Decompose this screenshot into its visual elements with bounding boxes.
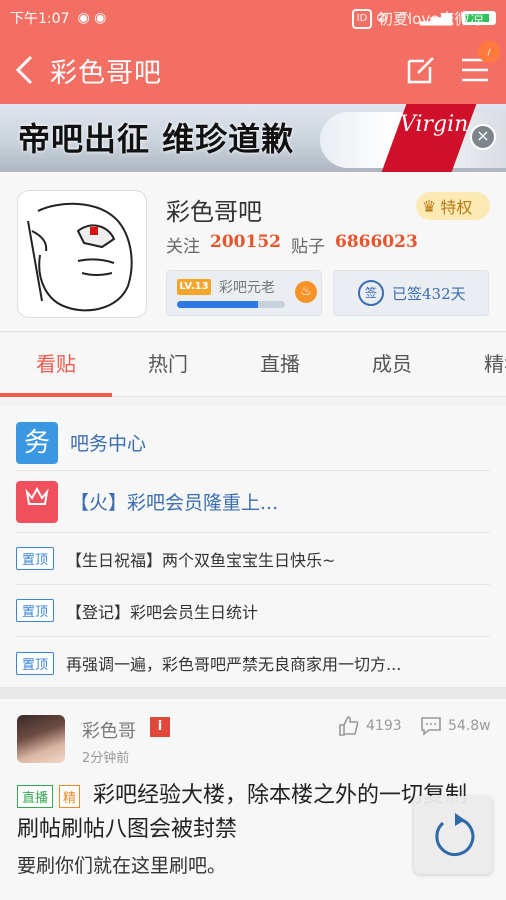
pinned-text: 【生日祝福】两个双鱼宝宝生日快乐~ (66, 550, 336, 570)
tab-posts[interactable]: 看贴 (0, 333, 112, 397)
post-author[interactable]: 彩色哥 (82, 717, 136, 743)
member-promo-title: 【火】彩吧会员隆重上... (70, 492, 279, 514)
crown-icon: ♛ (422, 196, 437, 216)
posts-label: 贴子 (290, 237, 325, 257)
post-body: 要刷你们就在这里刷吧。 (17, 855, 227, 877)
banner-brand: Virgin (400, 112, 469, 137)
signed-days: 已签432天 (392, 284, 466, 303)
forum-avatar-sketch-icon (27, 202, 133, 312)
posts-count: 6866023 (334, 232, 418, 252)
back-button[interactable] (0, 36, 50, 104)
tab-members[interactable]: 成员 (336, 333, 448, 396)
level-title: 彩吧元老 (219, 280, 275, 296)
promo-banner[interactable]: Virgin 帝吧出征 维珍道歉 (0, 104, 506, 172)
nav-bar: 彩色哥吧 / (0, 36, 506, 104)
tab-featured[interactable]: 精华 (448, 333, 506, 396)
member-promo-row[interactable]: 【火】彩吧会员隆重上... (16, 471, 490, 533)
pinned-row[interactable]: 置顶 再强调一遍，彩色哥吧严禁无良商家用一切方... (16, 637, 490, 689)
service-center-title: 吧务中心 (70, 433, 147, 455)
back-arrow-icon (15, 55, 33, 85)
info-badge-icon: i (150, 717, 170, 737)
forum-avatar[interactable] (17, 190, 147, 318)
featured-tag: 精 (59, 785, 81, 808)
watermark-text: 初夏love恋微凉 (378, 10, 485, 28)
pinned-row[interactable]: 置顶 【登记】彩吧会员生日统计 (16, 585, 490, 637)
notification-badge: / (478, 41, 500, 63)
flame-icon: ♨ (295, 281, 317, 303)
follow-count: 200152 (210, 232, 281, 252)
follow-label: 关注 (166, 237, 200, 257)
post-time: 2分钟前 (82, 751, 130, 766)
tab-live[interactable]: 直播 (224, 333, 336, 396)
pinned-row[interactable]: 置顶 【生日祝福】两个双鱼宝宝生日快乐~ (16, 533, 490, 585)
pinned-tag: 置顶 (16, 651, 55, 675)
forum-info-card: 彩色哥吧 ♛ 特权 关注 200152 贴子 6866023 LV.13 彩吧元… (0, 172, 506, 332)
sign-icon: 签 (358, 280, 384, 306)
page-title: 彩色哥吧 (50, 57, 162, 89)
post-tags: 直播 精 (17, 785, 81, 808)
level-progress-bar (177, 301, 285, 308)
level-tag: LV.13 (177, 279, 211, 295)
forum-name: 彩色哥吧 (166, 198, 262, 226)
member-level-box[interactable]: LV.13 彩吧元老 ♨ (166, 270, 322, 316)
service-icon: 务 (16, 421, 58, 464)
comment-count: 54.8w (448, 718, 491, 734)
like-button[interactable]: 4193 (338, 715, 402, 737)
like-count: 4193 (366, 718, 402, 734)
section-divider (0, 687, 506, 699)
level-progress-fill (177, 301, 258, 308)
comment-button[interactable]: 54.8w (420, 715, 491, 737)
edit-post-icon[interactable] (406, 55, 436, 85)
status-time: 下午1:07 (10, 11, 70, 27)
watermark: ID 初夏love恋微凉 (352, 8, 484, 29)
member-crown-icon (16, 480, 58, 523)
notice-list: 务 吧务中心 【火】彩吧会员隆重上... 置顶 【生日祝福】两个双鱼宝宝生日快乐… (0, 407, 506, 687)
pinned-tag: 置顶 (16, 547, 55, 570)
live-tag: 直播 (17, 785, 54, 808)
notification-icons: ◉ ◉ (77, 10, 107, 26)
tab-hot[interactable]: 热门 (112, 333, 224, 396)
signed-in-button[interactable]: 签 已签432天 (333, 270, 489, 316)
privilege-label: 特权 (440, 198, 473, 217)
pinned-text: 再强调一遍，彩色哥吧严禁无良商家用一切方... (66, 655, 402, 674)
pinned-tag: 置顶 (16, 599, 55, 622)
thumbs-up-icon (339, 716, 359, 736)
banner-headline: 帝吧出征 维珍道歉 (18, 120, 295, 158)
refresh-icon (435, 813, 475, 856)
crown-outline-icon (25, 486, 49, 505)
refresh-button[interactable] (414, 796, 492, 874)
service-center-row[interactable]: 务 吧务中心 (16, 415, 490, 471)
watermark-logo-icon: ID (352, 8, 372, 29)
privilege-button[interactable]: ♛ 特权 (416, 192, 490, 220)
nav-actions: / (406, 41, 506, 85)
forum-tabs: 看贴 热门 直播 成员 精华 (0, 333, 506, 397)
pinned-text: 【登记】彩吧会员生日统计 (66, 602, 259, 622)
forum-stats: 关注 200152 贴子 6866023 (166, 232, 418, 257)
close-banner-button[interactable]: × (470, 124, 496, 150)
author-avatar[interactable] (17, 715, 65, 763)
comment-icon (421, 717, 441, 736)
